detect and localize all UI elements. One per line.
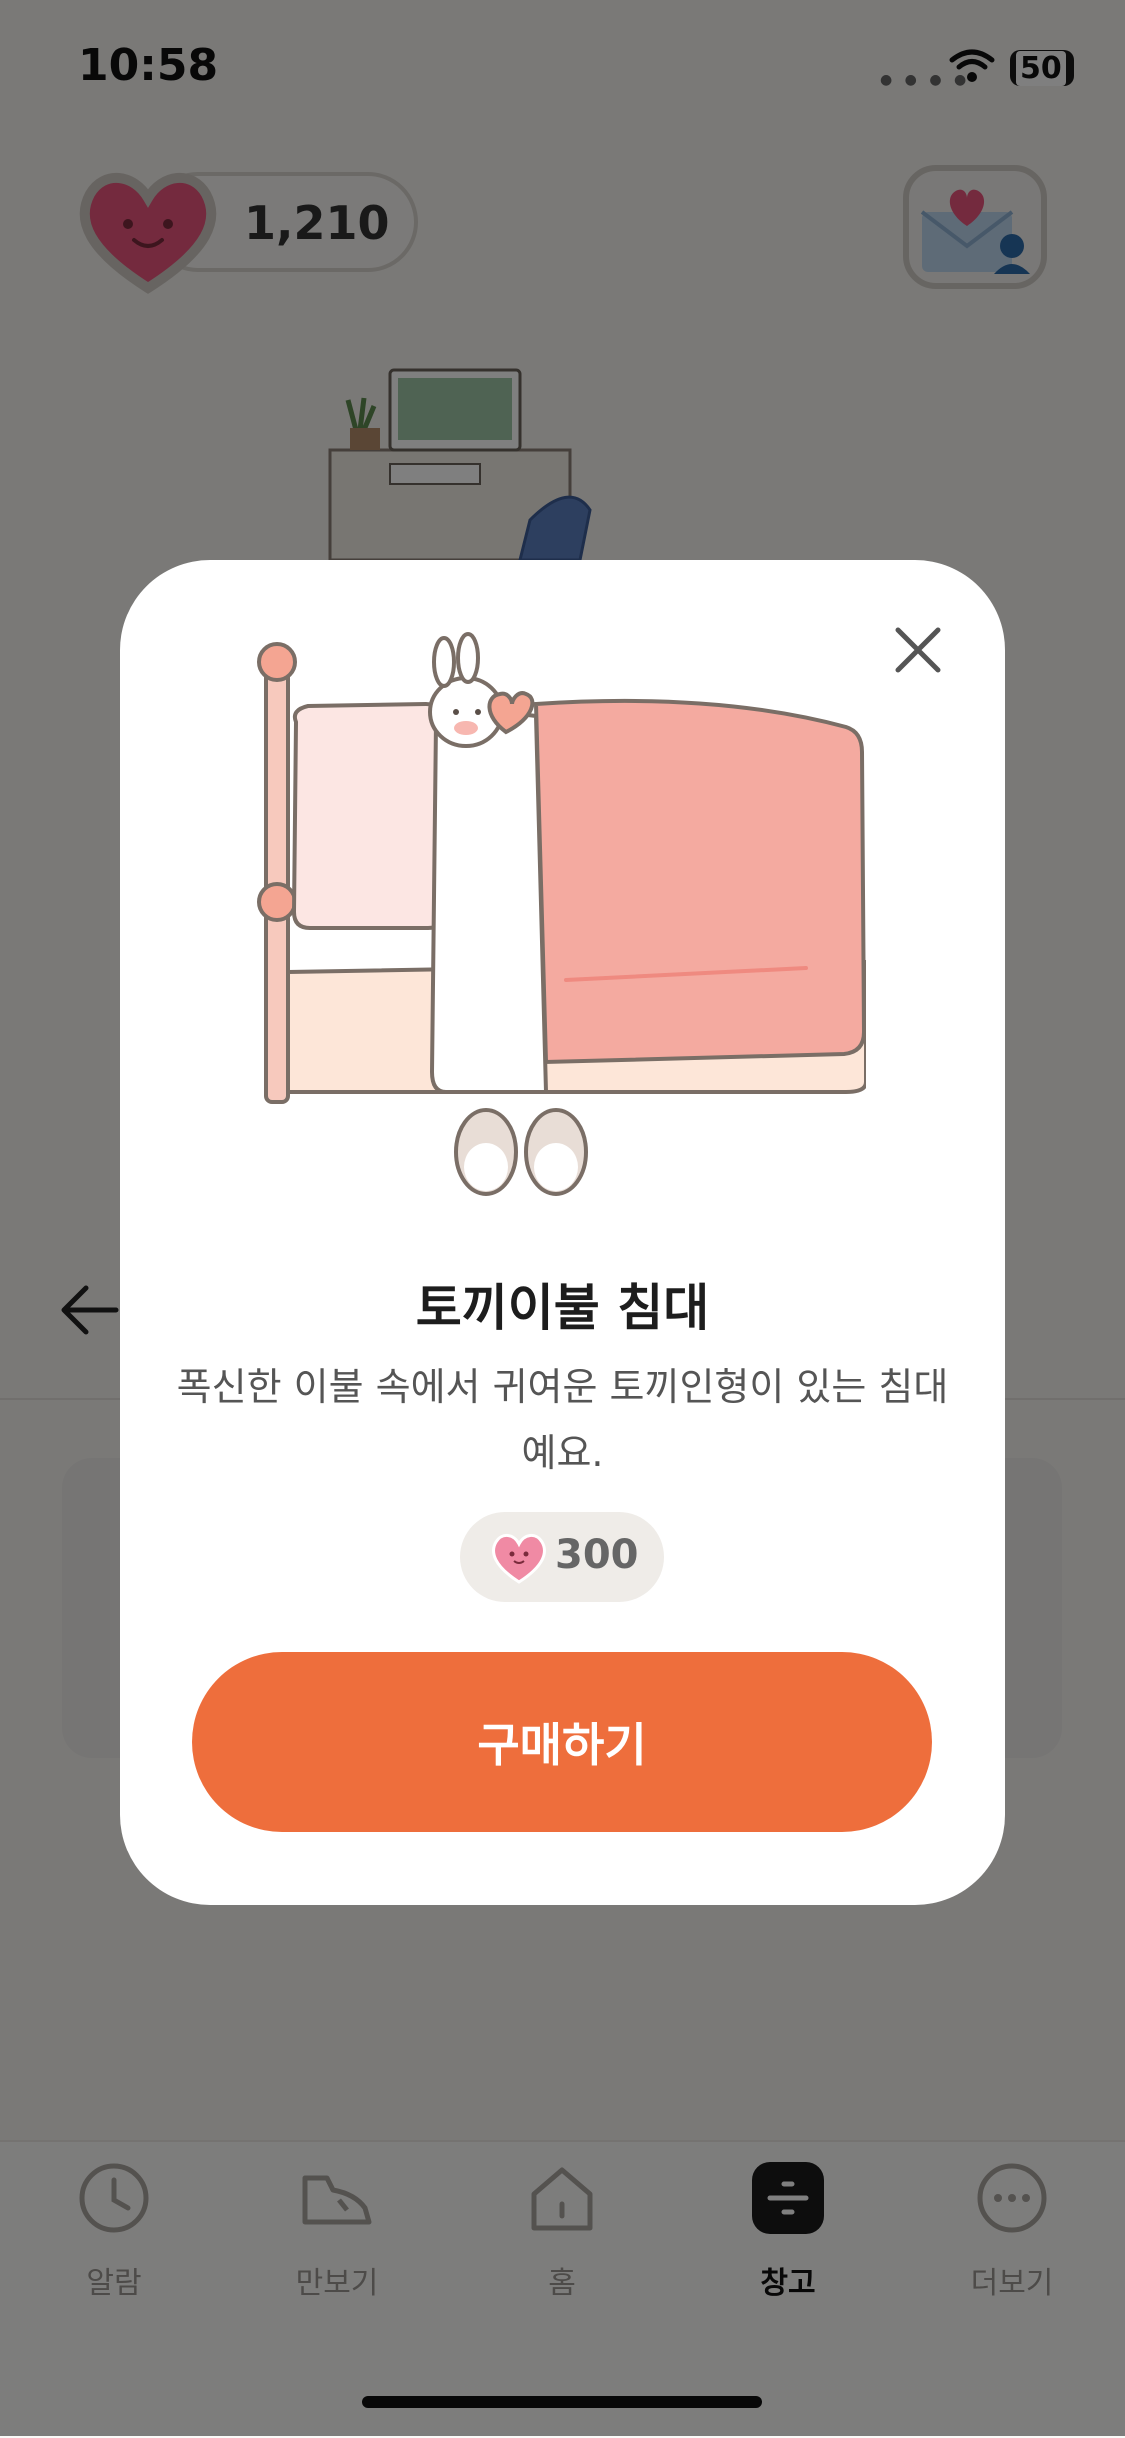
purchase-button[interactable]: 구매하기: [192, 1652, 932, 1832]
purchase-button-label: 구매하기: [477, 1718, 647, 1772]
item-description: 폭신한 이불 속에서 귀여운 토끼인형이 있는 침대예요.: [176, 1365, 949, 1475]
close-icon[interactable]: [884, 616, 952, 684]
bunny-bed-illustration: [257, 632, 866, 1196]
heart-face-icon: [492, 1534, 546, 1584]
item-title: 토끼이불 침대: [415, 1279, 710, 1337]
item-price: 300: [555, 1532, 639, 1578]
